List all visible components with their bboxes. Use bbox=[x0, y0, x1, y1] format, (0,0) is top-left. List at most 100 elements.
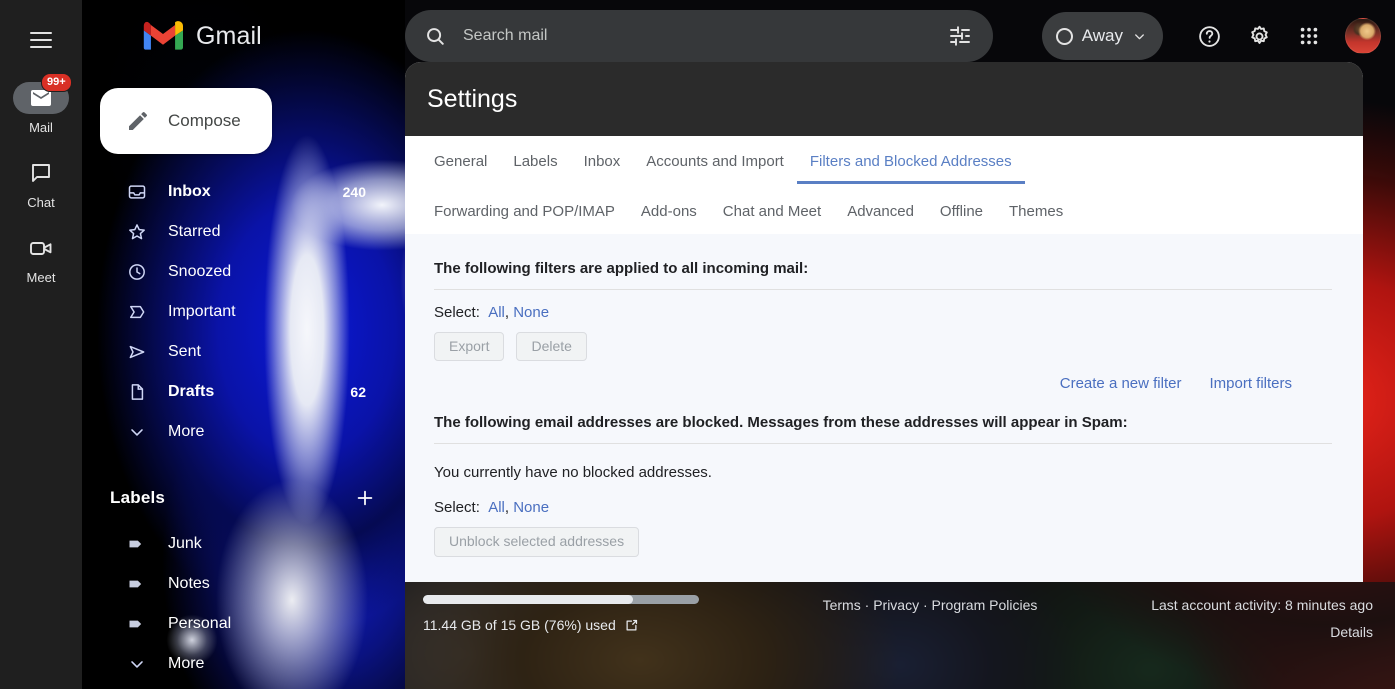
page-title: Settings bbox=[427, 84, 518, 113]
filters-select-all-link[interactable]: All bbox=[488, 304, 505, 321]
label-item-more[interactable]: More bbox=[82, 644, 382, 684]
label-name-more: More bbox=[168, 655, 205, 672]
blocked-action-buttons: Unblock selected addresses bbox=[434, 527, 1333, 557]
label-item-junk[interactable]: Junk bbox=[82, 524, 382, 564]
last-account-activity-text: Last account activity: 8 minutes ago bbox=[1151, 597, 1373, 613]
search-bar[interactable] bbox=[405, 10, 993, 62]
export-filters-button[interactable]: Export bbox=[434, 332, 505, 362]
search-input[interactable] bbox=[463, 27, 945, 45]
delete-filters-button[interactable]: Delete bbox=[516, 332, 587, 362]
import-filters-link[interactable]: Import filters bbox=[1209, 375, 1292, 392]
storage-usage-text-row: 11.44 GB of 15 GB (76%) used bbox=[423, 617, 765, 633]
draft-file-icon bbox=[126, 382, 148, 402]
left-app-rail: 99+ Mail Chat Meet bbox=[0, 0, 82, 689]
tab-themes[interactable]: Themes bbox=[996, 204, 1076, 234]
label-item-personal[interactable]: Personal bbox=[82, 604, 382, 644]
labels-section-header: Labels bbox=[82, 476, 405, 520]
search-icon bbox=[419, 20, 451, 52]
terms-link[interactable]: Terms bbox=[823, 597, 861, 613]
rail-item-meet[interactable]: Meet bbox=[0, 232, 82, 285]
rail-label-meet: Meet bbox=[26, 270, 56, 285]
compose-button[interactable]: Compose bbox=[100, 88, 272, 154]
inbox-icon bbox=[126, 182, 148, 202]
gmail-brand[interactable]: Gmail bbox=[82, 0, 405, 72]
status-away-chip[interactable]: Away bbox=[1041, 12, 1163, 60]
footer-separator-1: · bbox=[864, 597, 870, 613]
nav-item-inbox[interactable]: Inbox 240 bbox=[82, 172, 382, 212]
help-button[interactable] bbox=[1185, 12, 1233, 60]
mail-nav-panel: Compose Inbox 240 Starred Snoozed Import… bbox=[82, 0, 405, 689]
settings-button[interactable] bbox=[1235, 12, 1283, 60]
blocked-select-none-link[interactable]: None bbox=[513, 499, 549, 516]
compose-button-label: Compose bbox=[168, 111, 241, 130]
label-item-notes[interactable]: Notes bbox=[82, 564, 382, 604]
google-apps-button[interactable] bbox=[1285, 12, 1333, 60]
privacy-link[interactable]: Privacy bbox=[873, 597, 919, 613]
tab-labels[interactable]: Labels bbox=[500, 154, 570, 184]
tab-forwarding-and-pop-imap[interactable]: Forwarding and POP/IMAP bbox=[434, 204, 628, 234]
tab-advanced[interactable]: Advanced bbox=[834, 204, 927, 234]
label-tag-icon bbox=[126, 574, 148, 594]
tab-chat-and-meet[interactable]: Chat and Meet bbox=[710, 204, 834, 234]
tab-offline[interactable]: Offline bbox=[927, 204, 996, 234]
blocked-select-all-link[interactable]: All bbox=[488, 499, 505, 516]
chevron-down-icon bbox=[126, 654, 148, 674]
tab-inbox[interactable]: Inbox bbox=[571, 154, 634, 184]
filters-select-row: Select: All, None bbox=[434, 290, 1333, 321]
filters-select-label: Select: bbox=[434, 304, 480, 321]
nav-label-inbox: Inbox bbox=[168, 183, 211, 200]
clock-icon bbox=[126, 262, 148, 282]
nav-label-sent: Sent bbox=[168, 343, 201, 360]
rail-label-mail: Mail bbox=[29, 120, 53, 135]
chat-icon-pill bbox=[13, 157, 69, 189]
nav-count-drafts: 62 bbox=[350, 384, 366, 400]
settings-header: Settings bbox=[405, 62, 1363, 136]
hamburger-menu-icon[interactable] bbox=[21, 20, 61, 60]
account-activity-details-link[interactable]: Details bbox=[1095, 624, 1373, 640]
nav-item-important[interactable]: Important bbox=[82, 292, 382, 332]
nav-label-important: Important bbox=[168, 303, 236, 320]
mail-icon-pill: 99+ bbox=[13, 73, 72, 114]
nav-item-snoozed[interactable]: Snoozed bbox=[82, 252, 382, 292]
topbar-right-controls: Away bbox=[1041, 12, 1395, 60]
blocked-select-separator: , bbox=[504, 499, 514, 517]
footer-legal-links: Terms · Privacy · Program Policies bbox=[765, 592, 1095, 613]
unblock-selected-addresses-button[interactable]: Unblock selected addresses bbox=[434, 527, 640, 557]
settings-tabs-row-1: General Labels Inbox Accounts and Import… bbox=[405, 136, 1363, 184]
nav-item-drafts[interactable]: Drafts 62 bbox=[82, 372, 382, 412]
nav-item-more[interactable]: More bbox=[82, 412, 382, 452]
external-link-icon[interactable] bbox=[624, 618, 639, 633]
tab-filters-and-blocked-addresses[interactable]: Filters and Blocked Addresses bbox=[796, 154, 1025, 184]
nav-item-starred[interactable]: Starred bbox=[82, 212, 382, 252]
topbar-menu-area bbox=[0, 0, 82, 72]
footer-account-activity: Last account activity: 8 minutes ago Det… bbox=[1095, 592, 1395, 640]
storage-usage-text: 11.44 GB of 15 GB (76%) used bbox=[423, 617, 616, 633]
tab-general[interactable]: General bbox=[434, 154, 500, 184]
program-policies-link[interactable]: Program Policies bbox=[932, 597, 1038, 613]
labels-list: Junk Notes Personal More bbox=[82, 524, 405, 684]
filters-select-none-link[interactable]: None bbox=[513, 304, 549, 321]
top-app-bar: Gmail Away bbox=[0, 0, 1395, 72]
label-name-junk: Junk bbox=[168, 535, 202, 552]
help-question-icon bbox=[1197, 24, 1222, 49]
search-options-tune-icon[interactable] bbox=[945, 21, 975, 51]
blocked-select-row: Select: All, None bbox=[434, 481, 1333, 516]
pencil-compose-icon bbox=[126, 109, 150, 133]
nav-item-sent[interactable]: Sent bbox=[82, 332, 382, 372]
google-apps-grid-icon bbox=[1298, 25, 1320, 47]
plus-add-label-icon[interactable] bbox=[353, 486, 377, 510]
settings-tabs-bar: General Labels Inbox Accounts and Import… bbox=[405, 136, 1363, 234]
nav-label-snoozed: Snoozed bbox=[168, 263, 232, 280]
rail-item-chat[interactable]: Chat bbox=[0, 157, 82, 210]
create-a-new-filter-link[interactable]: Create a new filter bbox=[1060, 375, 1182, 392]
tab-add-ons[interactable]: Add-ons bbox=[628, 204, 710, 234]
avatar[interactable] bbox=[1345, 18, 1381, 54]
nav-folder-list: Inbox 240 Starred Snoozed Important Sent… bbox=[82, 172, 405, 452]
tab-accounts-and-import[interactable]: Accounts and Import bbox=[633, 154, 797, 184]
chat-bubble-icon bbox=[29, 161, 53, 185]
storage-section: 11.44 GB of 15 GB (76%) used bbox=[405, 592, 765, 633]
rail-item-mail[interactable]: 99+ Mail bbox=[0, 73, 82, 135]
status-circle-icon bbox=[1055, 27, 1073, 45]
settings-content: The following filters are applied to all… bbox=[405, 234, 1363, 557]
gear-icon bbox=[1247, 24, 1272, 49]
